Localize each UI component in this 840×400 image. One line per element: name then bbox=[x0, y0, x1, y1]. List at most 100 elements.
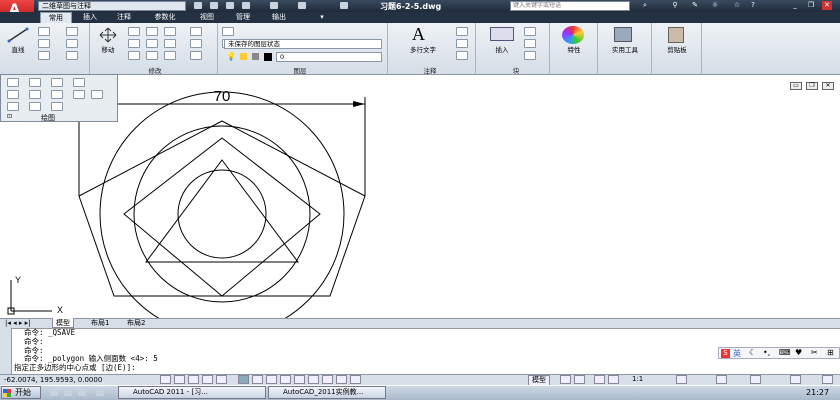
clipboard-icon[interactable] bbox=[668, 27, 684, 43]
sun-icon[interactable] bbox=[240, 53, 247, 60]
gradient-icon[interactable] bbox=[7, 102, 19, 111]
lock-icon[interactable] bbox=[252, 53, 259, 60]
grid-display-icon[interactable] bbox=[188, 375, 199, 384]
annotation-visibility-icon[interactable] bbox=[676, 375, 687, 384]
ime-menu-icon[interactable]: ⊞ bbox=[827, 348, 834, 357]
stretch-icon[interactable] bbox=[128, 51, 140, 60]
clean-screen-icon[interactable] bbox=[822, 375, 833, 384]
object-snap-icon[interactable] bbox=[238, 375, 249, 384]
hatch-icon[interactable] bbox=[66, 39, 78, 48]
rotate-icon[interactable] bbox=[128, 27, 140, 36]
wipeout-icon[interactable] bbox=[51, 90, 63, 99]
minimize-icon[interactable]: _ bbox=[790, 1, 800, 10]
table-draw-icon[interactable] bbox=[7, 90, 19, 99]
viewport-close-icon[interactable]: ✕ bbox=[822, 82, 834, 90]
search-input[interactable]: 键入关键字或短语 bbox=[510, 1, 630, 11]
dynamic-input-icon[interactable] bbox=[294, 375, 305, 384]
quick-launch-folder-icon[interactable] bbox=[96, 389, 104, 396]
circle-icon[interactable] bbox=[38, 39, 50, 48]
ortho-mode-icon[interactable] bbox=[202, 375, 213, 384]
lineweight-icon[interactable] bbox=[308, 375, 319, 384]
array-icon[interactable] bbox=[164, 51, 176, 60]
transparency-icon[interactable] bbox=[322, 375, 333, 384]
utilities-button-label[interactable]: 实用工具 bbox=[600, 44, 650, 54]
undo-icon[interactable] bbox=[270, 2, 278, 9]
quick-properties-icon[interactable] bbox=[336, 375, 347, 384]
save-icon[interactable] bbox=[226, 2, 234, 9]
move-icon[interactable] bbox=[97, 27, 119, 43]
help-icon[interactable]: ? bbox=[748, 1, 758, 10]
block-panel-title[interactable]: 块 bbox=[496, 65, 536, 75]
insert-block-icon[interactable] bbox=[490, 27, 514, 41]
communication-center-icon[interactable]: ⚲ bbox=[670, 1, 680, 10]
snap-mode-icon[interactable] bbox=[174, 375, 185, 384]
tools-icon[interactable]: ✎ bbox=[690, 1, 700, 10]
drawing-canvas[interactable]: 70 Y X bbox=[0, 76, 840, 319]
ime-logo-icon[interactable]: S bbox=[721, 349, 730, 358]
ime-language[interactable]: 英 bbox=[733, 348, 741, 359]
restore-icon[interactable]: ❐ bbox=[806, 1, 816, 10]
ime-punct-icon[interactable]: •, bbox=[763, 348, 770, 357]
workspace-switching-icon[interactable] bbox=[716, 375, 727, 384]
lightbulb-icon[interactable]: 💡 bbox=[226, 52, 236, 61]
line-button-label[interactable]: 直线 bbox=[4, 44, 32, 54]
break-icon[interactable] bbox=[190, 51, 202, 60]
current-layer-dropdown[interactable]: 0 bbox=[276, 52, 382, 62]
utilities-icon[interactable] bbox=[614, 27, 632, 42]
explode-icon[interactable] bbox=[190, 27, 202, 36]
layer-properties-icon[interactable] bbox=[222, 27, 234, 36]
annotation-scale[interactable]: 1:1 bbox=[632, 375, 643, 384]
pan-icon[interactable] bbox=[594, 375, 605, 384]
trim-icon[interactable] bbox=[146, 27, 158, 36]
revision-cloud-icon[interactable] bbox=[73, 90, 85, 99]
line-icon[interactable] bbox=[7, 27, 29, 43]
edit-block-icon[interactable] bbox=[524, 39, 536, 48]
selection-cycling-icon[interactable] bbox=[350, 375, 361, 384]
attribute-icon[interactable] bbox=[524, 51, 536, 60]
open-file-icon[interactable] bbox=[210, 2, 218, 9]
polygon-icon[interactable] bbox=[29, 78, 41, 87]
layers-panel-title[interactable]: 图层 bbox=[270, 65, 330, 75]
save-as-icon[interactable] bbox=[242, 2, 250, 9]
redo-icon[interactable] bbox=[298, 2, 306, 9]
infer-constraints-icon[interactable] bbox=[160, 375, 171, 384]
tab-manage[interactable]: 管理 bbox=[228, 12, 258, 23]
taskbar-item-autocad[interactable]: AutoCAD 2011 - [习... bbox=[118, 386, 266, 399]
properties-icon[interactable] bbox=[562, 26, 584, 44]
offset-icon[interactable] bbox=[190, 39, 202, 48]
tab-annotate[interactable]: 注释 bbox=[110, 12, 138, 23]
move-button-label[interactable]: 移动 bbox=[94, 44, 122, 54]
scale-icon[interactable] bbox=[146, 51, 158, 60]
ellipse-icon[interactable] bbox=[66, 51, 78, 60]
construction-line-icon[interactable] bbox=[73, 78, 85, 87]
new-file-icon[interactable] bbox=[194, 2, 202, 9]
plot-icon[interactable] bbox=[340, 2, 348, 9]
system-tray-icons[interactable] bbox=[740, 388, 800, 398]
ime-keyboard-icon[interactable]: ⌨ bbox=[779, 348, 791, 357]
ime-moon-icon[interactable]: ☾ bbox=[749, 348, 756, 357]
fillet-icon[interactable] bbox=[164, 39, 176, 48]
properties-button-label[interactable]: 特性 bbox=[552, 44, 596, 54]
leader-icon[interactable] bbox=[456, 39, 468, 48]
command-prompt[interactable]: 指定正多边形的中心点或 [边(E)]: bbox=[14, 363, 724, 373]
allow-ucs-icon[interactable] bbox=[280, 375, 291, 384]
lock-ui-icon[interactable] bbox=[750, 375, 761, 384]
rectangle-icon[interactable] bbox=[66, 27, 78, 36]
command-window-grip[interactable] bbox=[0, 328, 12, 374]
viewport-restore-icon[interactable]: ❐ bbox=[806, 82, 818, 90]
insert-button-label[interactable]: 插入 bbox=[484, 44, 520, 54]
clipboard-button-label[interactable]: 剪贴板 bbox=[654, 44, 700, 54]
annotation-panel-title[interactable]: 注释 bbox=[400, 65, 460, 75]
quick-launch-ie-icon[interactable] bbox=[50, 389, 58, 396]
ray-icon[interactable] bbox=[51, 78, 63, 87]
layer-state-dropdown[interactable]: 未保存的图层状态 bbox=[224, 39, 382, 49]
boundary-icon[interactable] bbox=[91, 90, 103, 99]
quick-view-drawings-icon[interactable] bbox=[574, 375, 585, 384]
close-icon[interactable]: ✕ bbox=[822, 1, 832, 10]
ime-toolbar[interactable]: S 英 ☾ •, ⌨ ♥ ✂ ⊞ bbox=[718, 347, 840, 359]
tab-layout2[interactable]: 布局2 bbox=[124, 318, 148, 328]
quick-view-layouts-icon[interactable] bbox=[560, 375, 571, 384]
copy-icon[interactable] bbox=[128, 39, 140, 48]
tab-output[interactable]: 输出 bbox=[264, 12, 294, 23]
tab-layout1[interactable]: 布局1 bbox=[88, 318, 112, 328]
